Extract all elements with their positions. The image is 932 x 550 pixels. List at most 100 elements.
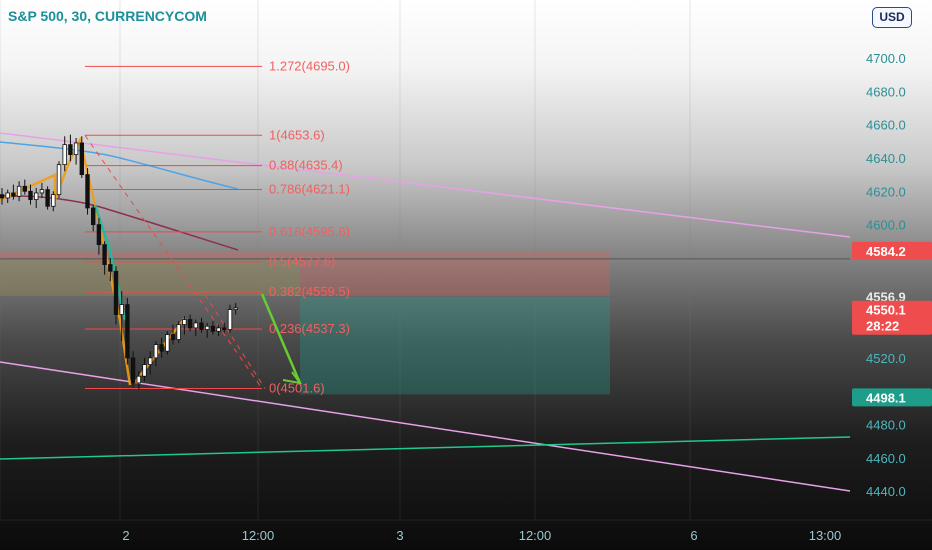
candle-body [153, 344, 159, 359]
price-tick-label: 4620.0 [866, 184, 906, 199]
candle [165, 331, 170, 355]
candle [199, 317, 204, 333]
candle-body [108, 264, 113, 272]
candle [56, 161, 62, 198]
candle-body [113, 270, 119, 315]
candle [45, 186, 50, 210]
chart-stage: 1.272(4695.0) 1(4653.6) 0.88(4635.4) 0.786(… [0, 0, 932, 550]
time-tick-label: 13:00 [809, 528, 842, 543]
candle-body [222, 327, 227, 330]
candle [159, 337, 164, 358]
candle [193, 319, 198, 337]
candle-body [56, 164, 62, 196]
candle-body [34, 192, 39, 201]
price-tick-label: 4600.0 [866, 218, 906, 233]
target-zone [300, 296, 610, 395]
candle-body [119, 304, 124, 315]
candle-body [102, 244, 107, 265]
candle [125, 297, 130, 365]
candle [153, 341, 159, 367]
candle-body [159, 344, 164, 352]
fib-level-label: 0.382(4559.5) [269, 284, 350, 299]
candle-body [45, 189, 50, 207]
price-tick-label: 4520.0 [866, 351, 906, 366]
candle [113, 266, 119, 325]
green-support-line [0, 436, 851, 460]
candle-body [16, 185, 22, 197]
candle [210, 321, 216, 335]
candle [16, 181, 22, 202]
stop-zone-overlay [0, 258, 300, 297]
candle-body [210, 325, 216, 332]
price-tick-label: 4460.0 [866, 451, 906, 466]
candle [22, 179, 27, 195]
candle-body [199, 322, 204, 330]
candle [34, 187, 39, 208]
candle-body [170, 334, 176, 340]
candle-body [233, 307, 238, 310]
candle [142, 357, 147, 382]
price-tick-label: 4640.0 [866, 151, 906, 166]
candle [147, 351, 153, 375]
time-tick-label: 6 [690, 528, 697, 543]
candle-body [11, 192, 16, 197]
candle-body [204, 325, 210, 330]
candle [5, 189, 10, 203]
candle-body [62, 144, 67, 166]
price-axis [852, 0, 932, 520]
fib-level-label: 1(4653.6) [269, 127, 325, 142]
fib-level-label: 0.5(4577.6) [269, 254, 336, 269]
candle-body [182, 319, 187, 325]
candle-body [22, 185, 27, 192]
price-tag-label: 4498.1 [866, 390, 906, 405]
candle [85, 167, 90, 215]
candle-body [85, 174, 90, 209]
symbol-title: S&P 500, 30, CURRENCYCOM [8, 8, 207, 24]
fib-level-label: 0.786(4621.1) [269, 181, 350, 196]
fib-level-label: 0.618(4595.6) [269, 224, 350, 239]
price-tick-label: 4660.0 [866, 118, 906, 133]
candle-body [28, 190, 33, 201]
candle-body [187, 319, 193, 329]
fib-level-label: 0.236(4537.3) [269, 321, 350, 336]
price-tick-label: 4700.0 [866, 51, 906, 66]
price-tag-countdown: 28:22 [866, 319, 899, 334]
candle [227, 304, 233, 333]
candle-body [0, 194, 5, 199]
time-tick-label: 2 [122, 528, 129, 543]
chart-canvas[interactable]: 1.272(4695.0) 1(4653.6) 0.88(4635.4) 0.786(… [0, 0, 932, 550]
candle-body [96, 224, 102, 245]
currency-badge[interactable]: USD [872, 7, 912, 28]
candle-body [79, 142, 84, 176]
candle [51, 191, 56, 212]
candle [233, 302, 238, 315]
price-tag-label: 4584.2 [866, 244, 906, 259]
candle [170, 324, 176, 345]
candle-body [142, 364, 147, 377]
price-tick-label: 4480.0 [866, 418, 906, 433]
candle-body [176, 324, 181, 340]
candle [0, 187, 5, 205]
candle-body [216, 327, 221, 332]
time-tick-label: 12:00 [519, 528, 552, 543]
candle [91, 204, 96, 232]
price-tick-label: 4440.0 [866, 484, 906, 499]
candle-body [91, 207, 96, 226]
candle-body [193, 322, 198, 329]
candle-body [39, 189, 45, 194]
candle [130, 351, 136, 388]
candle-body [227, 309, 233, 330]
candle-body [147, 357, 153, 365]
candle-body [130, 357, 136, 384]
price-tick-label: 4680.0 [866, 84, 906, 99]
fib-level-label: 1.272(4695.0) [269, 58, 350, 73]
time-tick-label: 3 [396, 528, 403, 543]
candle [204, 322, 210, 338]
candle [222, 322, 227, 333]
candle-body [165, 334, 170, 352]
fib-level-label: 0.88(4635.4) [269, 158, 343, 173]
candle [176, 321, 181, 343]
candle-body [5, 192, 10, 199]
candle [216, 324, 221, 337]
candle [39, 182, 45, 198]
